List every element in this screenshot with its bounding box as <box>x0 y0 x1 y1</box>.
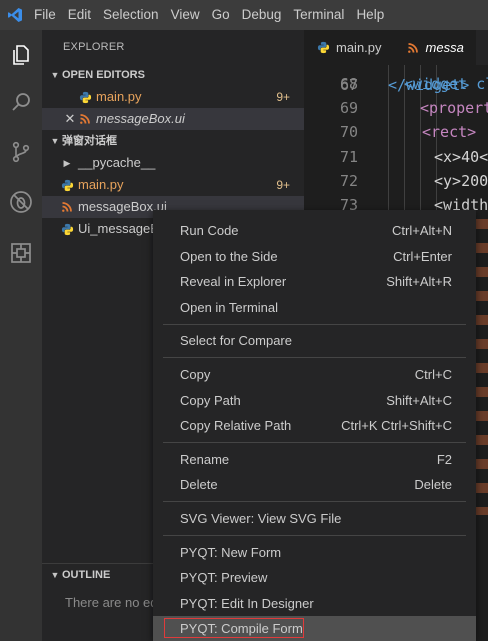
tab-label: messa <box>425 40 464 55</box>
line-number: 68 <box>339 75 358 93</box>
file-name: main.py <box>96 89 142 104</box>
menu-item-shortcut: Ctrl+Enter <box>393 248 452 264</box>
menu-item-pyqt-new-form[interactable]: PYQT: New Form <box>153 540 476 566</box>
context-menu: Run Code Ctrl+Alt+N Open to the Side Ctrl+E… <box>153 210 476 641</box>
ui-file-icon <box>406 41 420 55</box>
menu-item-label: Open in Terminal <box>180 299 279 315</box>
menu-terminal[interactable]: Terminal <box>287 0 350 30</box>
python-file-icon <box>60 178 74 192</box>
chevron-down-icon: ▼ <box>50 569 60 580</box>
menu-item-label: Copy <box>180 366 211 382</box>
chevron-down-icon: ▼ <box>50 70 60 80</box>
python-file-icon <box>78 90 92 104</box>
menu-edit[interactable]: Edit <box>62 0 97 30</box>
menu-separator <box>163 357 466 359</box>
ui-file-icon <box>78 112 92 126</box>
line-number: 71 <box>339 148 358 166</box>
menu-help[interactable]: Help <box>350 0 390 30</box>
code-text: <x>40< <box>434 148 488 166</box>
menu-selection[interactable]: Selection <box>97 0 165 30</box>
menu-go[interactable]: Go <box>206 0 236 30</box>
menu-item-shortcut: Ctrl+K Ctrl+Shift+C <box>341 418 452 434</box>
search-icon[interactable] <box>0 82 42 124</box>
python-file-icon <box>316 41 330 55</box>
menu-item-shortcut: F2 <box>436 451 452 467</box>
problems-badge: 9+ <box>276 178 290 192</box>
editor-tabs: main.py messa <box>304 30 488 65</box>
menu-item-label: Reveal in Explorer <box>180 274 287 290</box>
menu-item-label: Copy Relative Path <box>180 418 292 434</box>
menu-separator <box>163 535 466 537</box>
menu-item-label: Select for Compare <box>180 333 292 349</box>
menu-item-reveal-in-explorer[interactable]: Reveal in Explorer Shift+Alt+R <box>153 269 476 295</box>
menu-separator <box>163 442 466 444</box>
menu-item-copy[interactable]: Copy Ctrl+C <box>153 362 476 388</box>
problems-badge: 9+ <box>276 90 290 104</box>
menu-item-shortcut: Delete <box>414 477 452 493</box>
menu-item-open-to-the-side[interactable]: Open to the Side Ctrl+Enter <box>153 244 476 270</box>
menu-item-label: Open to the Side <box>180 248 278 264</box>
menu-item-delete[interactable]: Delete Delete <box>153 472 476 498</box>
code-text: <widget cl <box>404 75 488 93</box>
menu-item-label: PYQT: New Form <box>180 544 282 560</box>
menu-item-open-in-terminal[interactable]: Open in Terminal <box>153 295 476 321</box>
menu-item-shortcut: Shift+Alt+C <box>386 392 452 408</box>
tab-main-py[interactable]: main.py <box>304 30 394 65</box>
open-editor-item[interactable]: main.py 9+ <box>42 86 304 108</box>
menu-item-copy-path[interactable]: Copy Path Shift+Alt+C <box>153 388 476 414</box>
tree-item-folder[interactable]: ▶ __pycache__ <box>42 152 304 174</box>
menu-separator <box>163 501 466 503</box>
tab-label: main.py <box>336 40 382 55</box>
tree-item-file[interactable]: main.py 9+ <box>42 174 304 196</box>
code-text: <propert <box>420 99 488 117</box>
ui-file-icon <box>60 200 74 214</box>
menu-item-copy-relative-path[interactable]: Copy Relative Path Ctrl+K Ctrl+Shift+C <box>153 413 476 439</box>
menu-item-label: PYQT: Edit In Designer <box>180 595 314 611</box>
code-text: <rect> <box>422 123 477 141</box>
menu-item-label: Delete <box>180 477 218 493</box>
menu-file[interactable]: File <box>30 0 62 30</box>
extensions-icon[interactable] <box>0 232 42 274</box>
menu-item-shortcut: Ctrl+C <box>414 366 452 382</box>
source-control-icon[interactable] <box>0 131 42 173</box>
sidebar-title: EXPLORER <box>63 41 125 53</box>
line-number: 70 <box>339 123 358 141</box>
menu-view[interactable]: View <box>165 0 206 30</box>
chevron-down-icon: ▼ <box>50 136 60 146</box>
menu-debug[interactable]: Debug <box>236 0 288 30</box>
menu-item-pyqt-edit-in-designer[interactable]: PYQT: Edit In Designer <box>153 591 476 617</box>
debug-icon[interactable] <box>0 181 42 223</box>
activity-bar <box>0 30 42 641</box>
python-file-icon <box>60 222 74 236</box>
tab-messagebox-ui[interactable]: messa <box>393 30 476 65</box>
menu-item-label: SVG Viewer: View SVG File <box>180 510 342 526</box>
vscode-logo-icon <box>0 0 30 30</box>
menu-item-run-code[interactable]: Run Code Ctrl+Alt+N <box>153 218 476 244</box>
files-icon[interactable] <box>0 34 42 76</box>
code-overflow-fragment <box>476 215 488 515</box>
close-icon[interactable]: ✕ <box>62 108 78 130</box>
menu-item-shortcut: Shift+Alt+R <box>386 274 452 290</box>
file-name: messageBox.ui <box>96 111 185 126</box>
open-editors-header[interactable]: ▼ OPEN EDITORS <box>42 64 304 86</box>
menu-item-shortcut: Ctrl+Alt+N <box>392 223 452 238</box>
menu-item-label: Run Code <box>180 223 239 238</box>
menu-separator <box>163 323 466 325</box>
menu-item-label: PYQT: Compile Form <box>180 621 303 637</box>
line-number: 72 <box>339 172 358 190</box>
menu-item-label: Rename <box>180 451 230 467</box>
chevron-right-icon: ▶ <box>63 158 71 168</box>
line-number: 69 <box>339 99 358 117</box>
open-editor-item[interactable]: ✕ messageBox.ui <box>42 108 304 130</box>
menu-item-svg-viewer-view-svg-file[interactable]: SVG Viewer: View SVG File <box>153 506 476 532</box>
menu-item-label: Copy Path <box>180 392 241 408</box>
menu-item-select-for-compare[interactable]: Select for Compare <box>153 328 476 354</box>
menu-item-pyqt-preview[interactable]: PYQT: Preview <box>153 565 476 591</box>
menu-item-label: PYQT: Preview <box>180 570 268 586</box>
folder-header[interactable]: ▼ 弹窗对话框 <box>42 130 304 152</box>
menu-item-pyqt-compile-form[interactable]: PYQT: Compile Form <box>153 616 476 641</box>
menu-item-rename[interactable]: Rename F2 <box>153 447 476 473</box>
menu-bar: File Edit Selection View Go Debug Termin… <box>0 0 488 30</box>
code-text: <y>200 <box>434 172 488 190</box>
